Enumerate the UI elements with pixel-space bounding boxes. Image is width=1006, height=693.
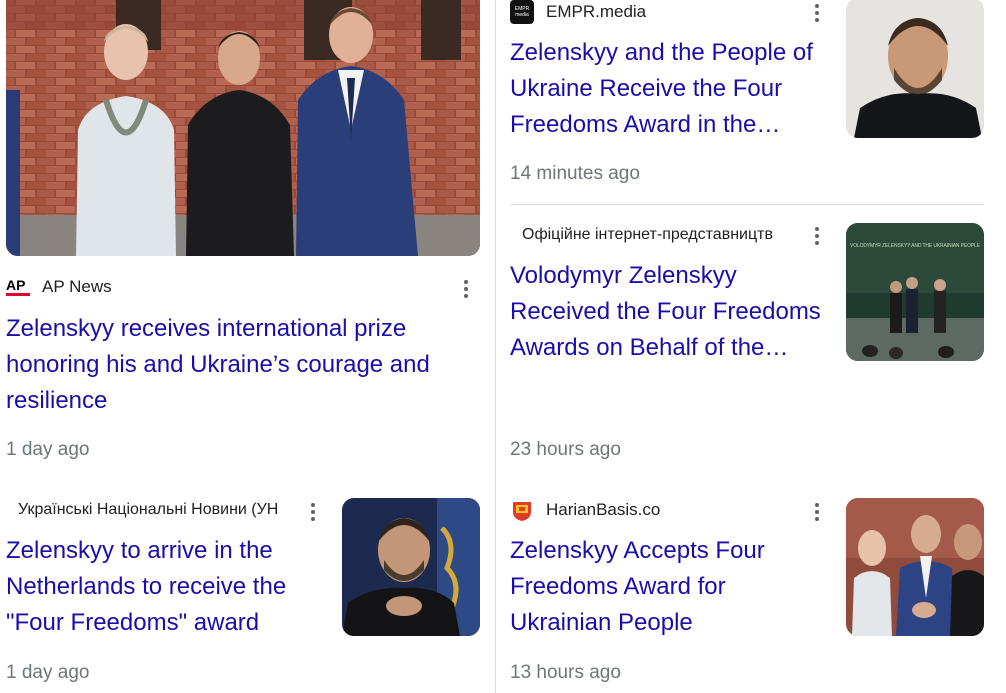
svg-text:AP: AP (6, 277, 25, 293)
ap-news-thumbnail[interactable] (6, 0, 480, 256)
svg-text:VOLODYMYR ZELENSKYY AND THE UK: VOLODYMYR ZELENSKYY AND THE UKRAINIAN PE… (850, 243, 981, 249)
empr-thumbnail[interactable] (846, 0, 984, 138)
source-name: HarianBasis.co (546, 500, 661, 519)
source-name: Офіційне інтернет-представництв (522, 226, 773, 243)
more-options-icon[interactable] (807, 499, 827, 525)
source-row: Українські Національні Новини (УН (18, 498, 301, 522)
source-name: EMPR.media (546, 2, 647, 21)
timestamp: 1 day ago (6, 439, 90, 460)
source-row: HarianBasis.co (510, 498, 660, 522)
headline[interactable]: Volodymyr Zelenskyy Received the Four Fr… (510, 258, 830, 366)
more-options-icon[interactable] (807, 0, 827, 26)
harianbasis-logo (510, 498, 534, 522)
source-row: AP AP News (6, 275, 112, 299)
empr-media-logo: EMPR media (510, 0, 534, 24)
column-divider (495, 0, 496, 693)
more-options-icon[interactable] (807, 223, 827, 249)
more-options-icon[interactable] (303, 499, 323, 525)
official-thumbnail[interactable]: VOLODYMYR ZELENSKYY AND THE UKRAINIAN PE… (846, 223, 984, 361)
timestamp: 23 hours ago (510, 439, 621, 460)
headline[interactable]: Zelenskyy and the People of Ukraine Rece… (510, 35, 825, 143)
harianbasis-thumbnail[interactable] (846, 498, 984, 636)
timestamp: 1 day ago (6, 662, 90, 683)
row-divider (510, 204, 984, 205)
source-row: EMPR media EMPR.media (510, 0, 646, 24)
timestamp: 13 hours ago (510, 662, 621, 683)
ap-news-logo: AP (6, 275, 30, 299)
unn-thumbnail[interactable] (342, 498, 480, 636)
source-name: Українські Національні Новини (УН (18, 501, 279, 518)
headline[interactable]: Zelenskyy Accepts Four Freedoms Award fo… (510, 533, 825, 641)
headline[interactable]: Zelenskyy receives international prize h… (6, 311, 466, 419)
more-options-icon[interactable] (456, 276, 476, 302)
headline[interactable]: Zelenskyy to arrive in the Netherlands t… (6, 533, 326, 641)
source-name: AP News (42, 277, 112, 296)
source-row: Офіційне інтернет-представництв (522, 223, 807, 247)
timestamp: 14 minutes ago (510, 163, 640, 184)
